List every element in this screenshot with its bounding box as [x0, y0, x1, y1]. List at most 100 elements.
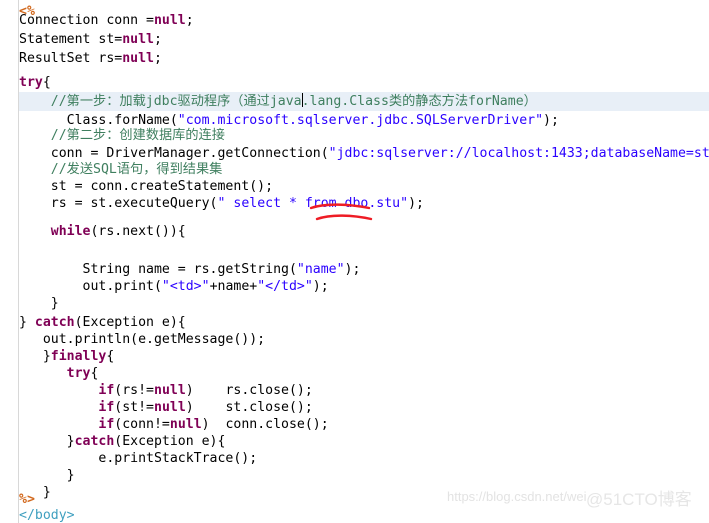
code-line-text: while(rs.next()){	[19, 224, 186, 239]
code-token-plain: {	[42, 75, 51, 90]
code-editor-screenshot: <% Connection conn =null; Statement st=nul…	[0, 0, 709, 523]
code-token-plain: ;	[185, 13, 194, 28]
text-caret	[301, 93, 303, 107]
code-line-text: }catch(Exception e){	[19, 434, 226, 449]
code-line[interactable]: Connection conn =null;	[19, 11, 709, 30]
code-line[interactable]: //第一步：加载jdbc驱动程序（通过java.lang.Class类的静态方法…	[19, 92, 709, 111]
code-token-kw: null	[122, 51, 154, 66]
code-content-area[interactable]: <% Connection conn =null; Statement st=nul…	[19, 0, 709, 523]
code-token-kw: null	[154, 383, 186, 398]
code-token-plain: ;	[153, 51, 162, 66]
code-token-str: "<td>"	[161, 279, 210, 294]
code-token-plain: }	[19, 296, 59, 311]
code-token-plain: (rs.next()){	[90, 224, 186, 239]
code-line-text: out.print("<td>"+name+"</td>");	[19, 279, 329, 294]
code-line-text: //第一步：加载jdbc驱动程序（通过java.lang.Class类的静态方法…	[19, 93, 537, 109]
code-token-plain: out.println(e.getMessage());	[19, 332, 266, 347]
code-token-jsp: %>	[19, 492, 35, 507]
code-line[interactable]	[19, 241, 709, 260]
code-line[interactable]: conn = DriverManager.getConnection("jdbc…	[19, 144, 709, 163]
code-line-text: if(st!=null) st.close();	[19, 400, 313, 415]
code-token-kw: null	[154, 400, 186, 415]
code-token-kw: catch	[34, 315, 75, 330]
code-token-plain: (Exception e){	[114, 434, 226, 449]
code-token-plain: }	[19, 315, 35, 330]
code-token-str: "</td>"	[257, 279, 313, 294]
code-line[interactable]: }	[19, 294, 709, 313]
code-token-plain: }	[19, 349, 51, 364]
code-token-plain: e.printStackTrace();	[19, 451, 258, 466]
code-line-text: </body>	[19, 508, 75, 523]
code-token-kw: if	[98, 400, 115, 415]
code-line[interactable]: </body>	[19, 506, 709, 523]
code-line-text: try{	[19, 75, 51, 90]
code-line-text: if(rs!=null) rs.close();	[19, 383, 313, 398]
code-line[interactable]: Statement st=null;	[19, 30, 709, 49]
code-line[interactable]: ResultSet rs=null;	[19, 49, 709, 68]
code-token-kw: null	[122, 32, 154, 47]
code-line-text: out.println(e.getMessage());	[19, 332, 265, 347]
code-line-text: }	[19, 468, 75, 483]
code-token-kw: null	[153, 13, 186, 28]
code-token-plain: st = conn.createStatement();	[19, 179, 274, 194]
code-token-plain: (conn!=	[114, 417, 170, 432]
code-token-tag: </body>	[19, 508, 75, 523]
code-line-text: ResultSet rs=null;	[19, 51, 162, 66]
code-token-plain: Class.forName(	[19, 113, 178, 128]
code-token-plain: (rs!=	[114, 383, 154, 398]
code-token-plain: {	[90, 366, 99, 381]
code-token-plain: String name = rs.getString(	[19, 262, 297, 277]
code-token-plain: ) rs.close();	[185, 383, 313, 398]
code-line-text: st = conn.createStatement();	[19, 179, 273, 194]
code-line-text: Statement st=null;	[19, 32, 162, 47]
code-token-str: "jdbc:sqlserver://localhost:1433;databas…	[328, 146, 709, 161]
code-line[interactable]: while(rs.next()){	[19, 222, 709, 241]
code-token-kw: if	[98, 383, 115, 398]
line-number-gutter	[0, 0, 19, 523]
code-line[interactable]: try{	[19, 73, 709, 92]
code-token-cmt: //第二步：创建数据库的连接	[19, 128, 225, 143]
code-token-plain: }	[19, 468, 75, 483]
code-token-str: "name"	[296, 262, 345, 277]
code-token-plain: out.print(	[19, 279, 162, 294]
code-token-kw: null	[169, 417, 202, 432]
code-line-text: //第二步：创建数据库的连接	[19, 128, 225, 143]
code-line-text: e.printStackTrace();	[19, 451, 257, 466]
code-token-cmt: //第一步：加载jdbc驱动程序（通过java	[19, 94, 302, 109]
code-token-plain: +name+	[209, 279, 258, 294]
code-token-kw: catch	[74, 434, 115, 449]
code-line[interactable]: rs = st.executeQuery(" select * from dbo…	[19, 194, 709, 213]
code-line-text: }finally{	[19, 349, 114, 364]
code-token-kw: try	[66, 366, 91, 381]
code-token-kw: while	[50, 224, 91, 239]
code-token-kw: finally	[50, 349, 107, 364]
code-line-text: try{	[19, 366, 99, 381]
code-token-plain: ) conn.close();	[201, 417, 329, 432]
code-token-plain: );	[344, 262, 361, 277]
code-token-plain: );	[408, 196, 424, 211]
code-token-plain: );	[543, 113, 559, 128]
code-token-plain: }	[19, 434, 75, 449]
code-token-kw: if	[98, 417, 115, 432]
code-line-text: if(conn!=null) conn.close();	[19, 417, 329, 432]
code-line-text: }	[19, 296, 59, 311]
code-token-cmt: //发送SQL语句，得到结果集	[19, 162, 223, 177]
code-token-plain: (Exception e){	[74, 315, 186, 330]
code-token-kw: try	[19, 75, 43, 90]
code-line-text: rs = st.executeQuery(" select * from dbo…	[19, 196, 424, 211]
code-token-plain: ;	[153, 32, 162, 47]
code-line-text: conn = DriverManager.getConnection("jdbc…	[19, 146, 709, 161]
code-line[interactable]: //第二步：创建数据库的连接	[19, 126, 709, 145]
code-token-plain: rs = st.executeQuery(	[19, 196, 218, 211]
code-token-plain: ) st.close();	[185, 400, 313, 415]
code-token-plain: Connection conn =	[19, 13, 154, 28]
code-token-plain: ResultSet rs=	[19, 51, 123, 66]
code-token-str: " select * from dbo.stu"	[217, 196, 409, 211]
code-token-plain: {	[106, 349, 115, 364]
code-line-text: } catch(Exception e){	[19, 315, 186, 330]
